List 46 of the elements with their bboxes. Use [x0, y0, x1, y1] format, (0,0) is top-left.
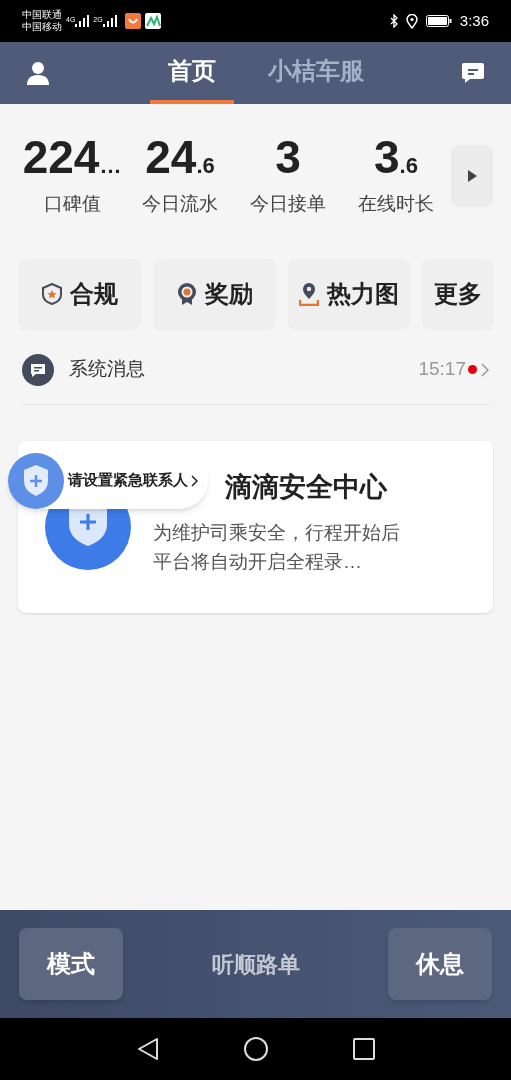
shortcut-button[interactable]: 合规 [18, 258, 141, 330]
message-time: 15:17 [418, 357, 466, 382]
stat-value: 224… [22, 134, 122, 180]
back-icon[interactable] [136, 1037, 159, 1061]
shortcut-button[interactable]: 奖励 [153, 258, 276, 330]
next-button[interactable] [451, 145, 493, 208]
play-icon [467, 170, 477, 183]
app-icon [144, 13, 161, 29]
medal-icon [176, 282, 197, 306]
rest-button[interactable]: 休息 [388, 928, 492, 1000]
home-icon[interactable] [243, 1037, 268, 1061]
signal-icon [102, 15, 117, 27]
clock-time: 3:36 [459, 10, 489, 31]
carrier-name: 中国移动 [22, 21, 62, 33]
mode-button[interactable]: 模式 [19, 928, 123, 1000]
stat-label: 口碑值 [43, 192, 101, 216]
stat-value: 24.6 [145, 134, 215, 180]
chat-icon[interactable] [461, 61, 485, 85]
stat-label: 在线时长 [358, 192, 434, 216]
recents-icon[interactable] [352, 1038, 375, 1060]
carrier-name: 中国联通 [22, 9, 62, 21]
shortcut-button[interactable]: 更多 [422, 258, 494, 330]
stat-value: 3 [275, 134, 301, 180]
chevron-right-icon[interactable] [481, 362, 489, 377]
message-icon [22, 353, 54, 386]
bluetooth-icon [389, 14, 398, 28]
location-icon [405, 13, 418, 29]
tooltip-text: 请设置紧急联系人 [68, 470, 188, 491]
stat-value: 3.6 [374, 134, 418, 180]
card-title: 滴滴安全中心 [225, 471, 387, 505]
chevron-right-icon [191, 474, 198, 487]
app-icon [124, 13, 141, 29]
message-title: 系统消息 [69, 357, 145, 382]
order-label: 听顺路单 [210, 950, 301, 979]
battery-icon [425, 15, 452, 27]
stat-label: 今日接单 [250, 192, 326, 216]
tab[interactable]: 首页 [149, 42, 234, 104]
profile-icon[interactable] [26, 61, 50, 85]
card-description: 为维护司乘安全，行程开始后平台将自动开启全程录… [153, 520, 401, 574]
signal-icon [75, 15, 90, 27]
stat-label: 今日流水 [142, 192, 218, 216]
contact-tooltip[interactable]: 请设置紧急联系人 [8, 452, 208, 509]
map-pin-icon [299, 282, 319, 306]
shield-icon [41, 283, 62, 305]
shield-plus-icon [8, 452, 64, 509]
shortcut-button[interactable]: 热力图 [288, 258, 410, 330]
